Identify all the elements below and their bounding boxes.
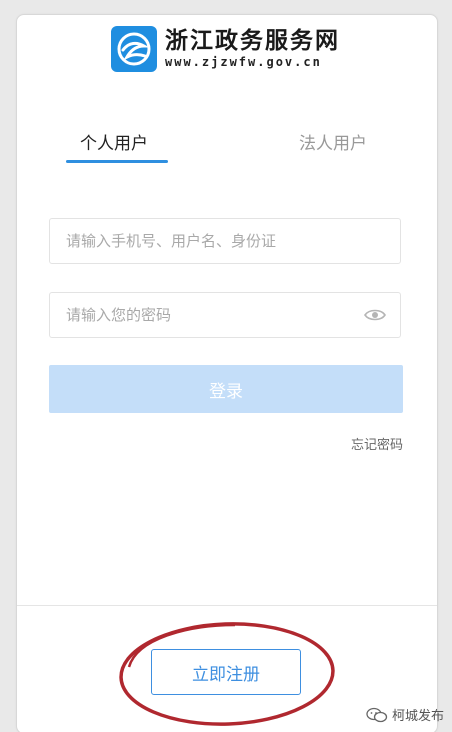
password-input[interactable] xyxy=(50,293,356,337)
eye-icon[interactable] xyxy=(364,307,386,323)
active-tab-indicator xyxy=(66,160,168,163)
footer-divider xyxy=(17,605,437,606)
watermark-text: 柯城发布 xyxy=(391,709,444,724)
tab-corporate-user[interactable]: 法人用户 xyxy=(299,129,367,154)
red-circle-annotation xyxy=(119,622,335,726)
username-field xyxy=(49,218,401,264)
tab-personal-user[interactable]: 个人用户 xyxy=(80,129,148,154)
username-input[interactable] xyxy=(50,219,356,263)
password-field xyxy=(49,292,401,338)
brand-text: 浙江政务服务网 www.zjzwfw.gov.cn xyxy=(165,28,340,70)
forgot-password-link[interactable]: 忘记密码 xyxy=(351,434,403,453)
brand-url: www.zjzwfw.gov.cn xyxy=(165,55,322,69)
login-card: 浙江政务服务网 www.zjzwfw.gov.cn 个人用户 法人用户 登录 忘… xyxy=(16,14,438,732)
site-header: 浙江政务服务网 www.zjzwfw.gov.cn xyxy=(111,25,340,73)
page: 浙江政务服务网 www.zjzwfw.gov.cn 个人用户 法人用户 登录 忘… xyxy=(0,0,452,732)
zjzwfw-logo-icon xyxy=(111,26,157,72)
login-button[interactable]: 登录 xyxy=(49,365,403,413)
user-type-tabs: 个人用户 法人用户 xyxy=(17,119,437,167)
brand-name: 浙江政务服务网 xyxy=(165,27,340,54)
watermark: 柯城发布 xyxy=(366,705,444,724)
wechat-icon xyxy=(366,707,388,722)
